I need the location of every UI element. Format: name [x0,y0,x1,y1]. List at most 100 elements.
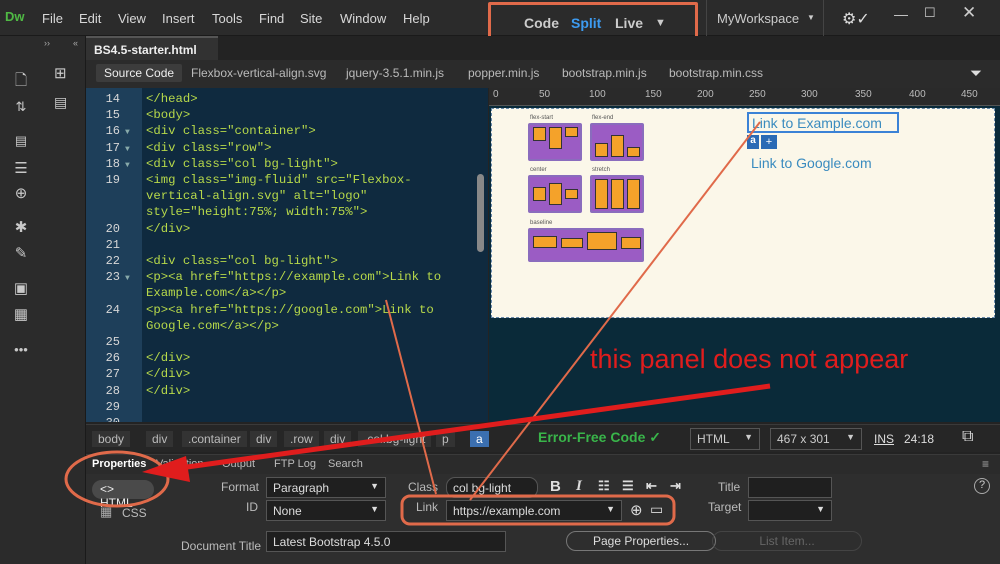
browse-folder-icon[interactable]: ▭ [650,501,663,518]
menu-tools[interactable]: Tools [212,11,242,26]
tag-div[interactable]: div [146,431,174,447]
code-line[interactable]: </div> [146,351,190,365]
add-class-handle[interactable]: + [761,135,777,149]
code-line[interactable]: </div> [146,367,190,381]
doctype-select[interactable]: HTML ▼ [690,428,760,450]
related-bootstrap-js[interactable]: bootstrap.min.js [562,66,647,80]
id-select[interactable]: None ▼ [266,500,386,521]
menu-find[interactable]: Find [259,11,284,26]
live-view-button[interactable]: Live [615,15,643,31]
bold-button[interactable]: B [550,478,561,495]
code-line[interactable]: </div> [146,222,190,236]
menu-edit[interactable]: Edit [79,11,101,26]
minimize-icon[interactable]: — [894,6,908,22]
target-icon[interactable]: ⊕ [12,185,30,203]
code-line[interactable]: <p><a href="https://example.com">Link to [146,270,441,284]
link-google[interactable]: Link to Google.com [751,155,872,171]
code-line[interactable]: Google.com</a></p> [146,319,279,333]
wrap-tag-icon[interactable]: ✱ [12,219,30,237]
menu-window[interactable]: Window [340,11,386,26]
css-mode-button[interactable]: CSS [122,506,147,520]
italic-button[interactable]: I [576,478,582,495]
code-line[interactable]: style="height:75%; width:75%"> [146,205,367,219]
preview-icon[interactable]: ⧉ [962,428,973,446]
tab-bs45-starter[interactable]: BS4.5-starter.html × [86,36,218,71]
workspace-switcher[interactable]: MyWorkspace ▼ [706,0,824,36]
tab-search[interactable]: Search [328,458,363,470]
tag-body[interactable]: body [92,431,131,447]
outdent-icon[interactable]: ⇤ [646,478,657,494]
related-jquery[interactable]: jquery-3.5.1.min.js [346,66,444,80]
snippets-icon[interactable]: ▦ [12,306,30,324]
tag-div[interactable]: div [324,431,352,447]
menu-insert[interactable]: Insert [162,11,195,26]
menu-view[interactable]: View [118,11,146,26]
tag-row[interactable]: .row [284,431,319,447]
tab-ftp-log[interactable]: FTP Log [274,458,316,470]
point-to-file-icon[interactable]: ⊕ [630,501,643,519]
ordered-list-icon[interactable]: ☰ [622,478,634,494]
help-icon[interactable]: ? [974,478,990,494]
sync-settings-icon[interactable]: ⚙✓ [842,9,870,29]
panel-menu-icon[interactable]: ≡ [982,457,989,471]
tag-a[interactable]: a [470,431,489,447]
insert-mode[interactable]: INS [874,432,894,446]
flexbox-image[interactable]: flex-start flex-end center stretch basel… [526,115,646,267]
open-document-icon[interactable]: 🗋 [12,72,30,90]
close-window-icon[interactable]: ✕ [962,3,976,23]
tag-col[interactable]: .col.bg-light [358,431,432,447]
code-line[interactable]: vertical-align.svg" alt="logo" [146,189,367,203]
code-line[interactable]: <div class="container"> [146,124,316,138]
menu-site[interactable]: Site [300,11,322,26]
title-field[interactable] [748,477,832,498]
css-grid-icon[interactable]: ▦ [100,504,112,520]
list-item-button[interactable]: List Item... [712,531,862,551]
element-tag-handle[interactable]: a [747,135,759,149]
tag-p[interactable]: p [436,431,455,447]
fold-icon[interactable]: ▼ [125,161,130,170]
fold-icon[interactable]: ▼ [125,128,130,137]
fold-icon[interactable]: ▼ [125,145,130,154]
code-line[interactable]: <p><a href="https://google.com">Link to [146,303,434,317]
tab-properties[interactable]: Properties [92,458,146,470]
insert-panel-icon[interactable]: ▤ [54,94,67,111]
code-line[interactable]: <div class="row"> [146,141,271,155]
tag-div[interactable]: div [250,431,278,447]
tab-validation[interactable]: Validation [156,458,204,470]
view-dropdown-icon[interactable]: ▼ [655,17,666,29]
unordered-list-icon[interactable]: ☷ [598,478,610,494]
collapse-panel-icon[interactable]: « [73,38,78,48]
fold-icon[interactable]: ▼ [125,274,130,283]
window-size-select[interactable]: 467 x 301 ▼ [770,428,862,450]
target-select[interactable]: ▼ [748,500,832,521]
menu-help[interactable]: Help [403,11,430,26]
related-popper[interactable]: popper.min.js [468,66,539,80]
related-source-code[interactable]: Source Code [96,64,183,82]
maximize-icon[interactable]: ☐ [924,5,936,21]
indent-icon[interactable]: ⇥ [670,478,681,494]
brush-icon[interactable]: ✎ [12,245,30,263]
comment-icon[interactable]: ▣ [12,280,30,298]
code-line[interactable]: Example.com</a></p> [146,286,286,300]
page-canvas[interactable]: flex-start flex-end center stretch basel… [491,108,995,318]
format-select[interactable]: Paragraph ▼ [266,477,386,498]
code-line[interactable]: </head> [146,92,198,106]
related-svg[interactable]: Flexbox-vertical-align.svg [191,66,326,80]
code-view-button[interactable]: Code [524,15,559,31]
more-tools-icon[interactable]: ••• [12,341,30,359]
expand-panel-icon[interactable]: ›› [44,38,50,48]
code-line[interactable]: <div class="col bg-light"> [146,157,338,171]
indent-icon[interactable]: ☰ [12,160,30,178]
code-line[interactable]: <body> [146,108,190,122]
class-select[interactable]: col bg-light [446,477,538,498]
file-management-icon[interactable]: ⇅ [12,98,30,116]
html-mode-button[interactable]: <> HTML [92,480,154,510]
menu-file[interactable]: File [42,11,63,26]
code-line[interactable]: </div> [146,384,190,398]
split-view-button[interactable]: Split [571,15,601,31]
page-properties-button[interactable]: Page Properties... [566,531,716,551]
code-line[interactable]: <div class="col bg-light"> [146,254,338,268]
tag-container[interactable]: .container [182,431,247,447]
related-bootstrap-css[interactable]: bootstrap.min.css [669,66,763,80]
document-title-field[interactable]: Latest Bootstrap 4.5.0 [266,531,506,552]
